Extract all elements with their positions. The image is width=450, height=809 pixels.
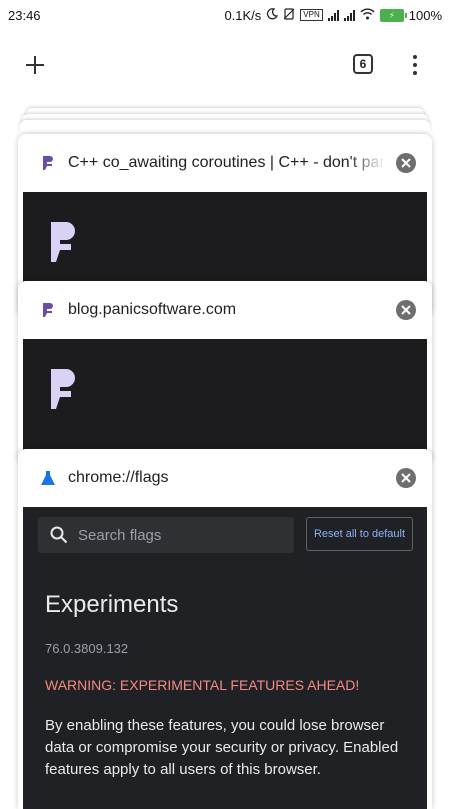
battery-icon: ⚡	[379, 8, 407, 22]
close-tab-button[interactable]	[396, 153, 416, 173]
wifi-icon	[360, 8, 375, 23]
status-icons: 0.1K/s VPN ⚡ 100%	[224, 8, 442, 23]
tab-card-header: C++ co_awaiting coroutines | C++ - don't…	[18, 134, 432, 192]
close-tab-button[interactable]	[396, 468, 416, 488]
flask-icon	[40, 469, 56, 487]
tab-title: blog.panicsoftware.com	[68, 301, 237, 318]
search-flags-input[interactable]	[76, 525, 280, 545]
version-text: 76.0.3809.132	[45, 641, 129, 656]
close-icon	[401, 473, 411, 483]
close-icon	[401, 158, 411, 168]
panic-software-favicon	[40, 301, 56, 319]
close-tab-button[interactable]	[396, 300, 416, 320]
new-tab-button[interactable]	[20, 50, 50, 80]
vpn-badge: VPN	[300, 9, 323, 21]
status-bar: 23:46 0.1K/s VPN ⚡ 100%	[0, 0, 450, 30]
page-title: Experiments	[45, 591, 179, 618]
reset-all-button[interactable]: Reset all to default	[306, 517, 413, 551]
panic-software-logo	[51, 222, 75, 267]
stacked-tab-edge	[20, 120, 430, 132]
battery-percent: 100%	[408, 7, 442, 23]
signal-icon-2	[343, 9, 355, 21]
search-icon	[50, 526, 68, 544]
close-icon	[401, 305, 411, 315]
flags-page-thumbnail: Reset all to default Experiments 76.0.38…	[23, 507, 427, 809]
status-time: 23:46	[8, 7, 41, 23]
tab-card[interactable]: blog.panicsoftware.com	[18, 281, 432, 461]
search-box[interactable]	[38, 517, 294, 553]
no-sim-icon	[283, 7, 295, 23]
tab-thumbnail	[23, 339, 427, 461]
description-text: By enabling these features, you could lo…	[45, 717, 399, 778]
plus-icon	[26, 56, 44, 74]
tab-title: chrome://flags	[68, 469, 169, 486]
tab-card-header: chrome://flags	[18, 449, 432, 507]
tab-title: C++ co_awaiting coroutines | C++ - don't…	[68, 154, 386, 171]
signal-icon	[327, 9, 339, 21]
panic-software-logo	[51, 369, 75, 414]
warning-text: WARNING: EXPERIMENTAL FEATURES AHEAD!	[45, 677, 360, 693]
net-speed: 0.1K/s	[224, 7, 262, 23]
panic-software-favicon	[40, 154, 56, 172]
more-vert-icon[interactable]	[405, 50, 425, 80]
tab-count-button[interactable]: 6	[353, 54, 373, 74]
tab-switcher-toolbar: 6	[0, 36, 450, 92]
tab-card-header: blog.panicsoftware.com	[18, 281, 432, 339]
moon-icon	[266, 7, 279, 23]
tab-card[interactable]: chrome://flags Reset all to default Expe…	[18, 449, 432, 809]
